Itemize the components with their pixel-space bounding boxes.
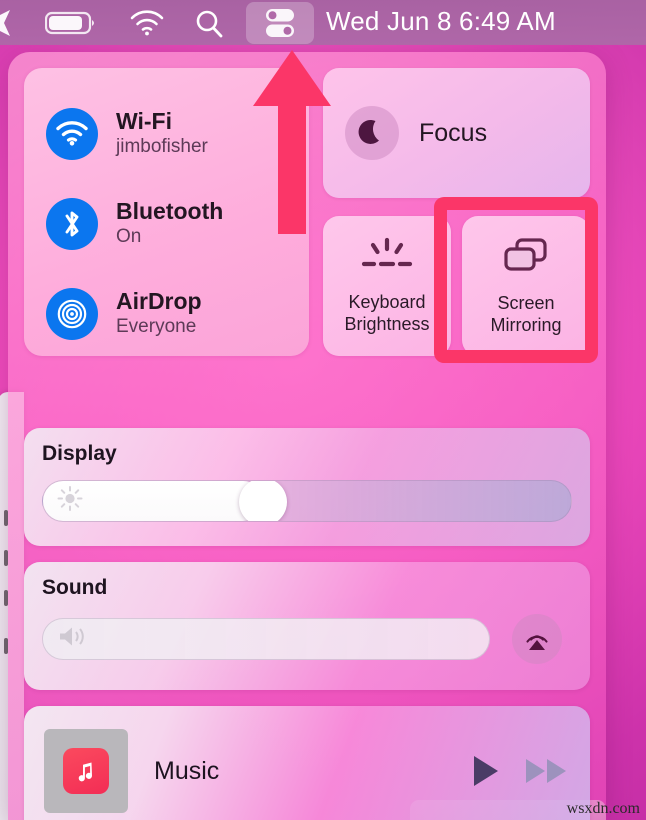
- speaker-icon: [57, 624, 89, 655]
- airdrop-title: AirDrop: [116, 287, 202, 314]
- display-brightness-slider[interactable]: [42, 480, 572, 522]
- music-widget: Music: [24, 706, 590, 820]
- screen-mirroring-tile[interactable]: Screen Mirroring: [462, 216, 590, 356]
- screen-mirroring-label: Screen Mirroring: [490, 293, 562, 335]
- wifi-icon[interactable]: [128, 9, 166, 37]
- airdrop-status: Everyone: [116, 316, 197, 338]
- airdrop-row[interactable]: AirDrop Everyone: [46, 274, 309, 354]
- bluetooth-icon[interactable]: [46, 198, 98, 250]
- focus-tile[interactable]: Focus: [323, 68, 590, 198]
- screen-mirroring-icon: [501, 236, 551, 281]
- display-title: Display: [42, 442, 117, 465]
- location-arrow-icon[interactable]: [0, 8, 24, 38]
- keyboard-brightness-tile[interactable]: Keyboard Brightness: [323, 216, 451, 356]
- battery-icon[interactable]: [45, 10, 101, 36]
- keyboard-brightness-label: Keyboard Brightness: [344, 292, 430, 334]
- bluetooth-title: Bluetooth: [116, 197, 224, 224]
- menu-bar-clock[interactable]: Wed Jun 8 6:49 AM: [326, 6, 556, 37]
- display-slider-knob[interactable]: [239, 481, 288, 521]
- sound-section: Sound: [24, 562, 590, 690]
- fast-forward-icon[interactable]: [524, 755, 570, 787]
- wifi-title: Wi-Fi: [116, 107, 172, 134]
- music-app-icon[interactable]: [63, 748, 109, 794]
- keyboard-brightness-icon: [356, 237, 418, 280]
- brightness-icon: [57, 486, 83, 517]
- control-center-icon[interactable]: [246, 2, 314, 44]
- sound-volume-slider[interactable]: [42, 618, 490, 660]
- airplay-audio-icon[interactable]: [512, 614, 562, 664]
- red-arrow-annotation: [248, 48, 338, 234]
- moon-icon: [345, 106, 399, 160]
- bluetooth-status: On: [116, 226, 142, 248]
- play-icon[interactable]: [470, 753, 502, 789]
- focus-label: Focus: [419, 118, 488, 147]
- wifi-icon[interactable]: [46, 108, 98, 160]
- watermark: wsxdn.com: [566, 800, 640, 817]
- album-art-placeholder: [44, 729, 128, 813]
- menu-bar: Wed Jun 8 6:49 AM: [0, 0, 646, 45]
- sound-row: [42, 614, 572, 664]
- wifi-status: jimbofisher: [116, 136, 208, 158]
- display-section: Display: [24, 428, 590, 546]
- search-icon[interactable]: [193, 8, 227, 40]
- music-app-name: Music: [154, 756, 220, 785]
- sound-title: Sound: [42, 576, 108, 599]
- airdrop-icon[interactable]: [46, 288, 98, 340]
